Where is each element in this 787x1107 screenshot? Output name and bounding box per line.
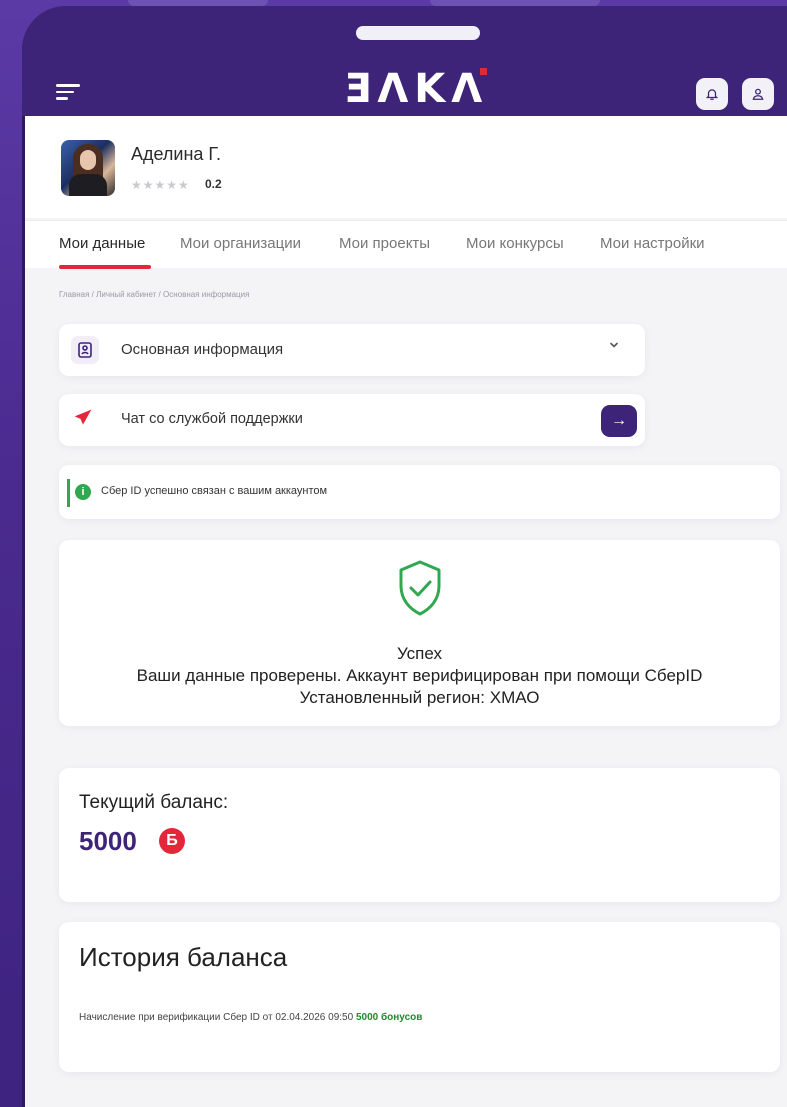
accordion-main-info[interactable]: Основная информация <box>59 324 645 376</box>
tab-my-projects[interactable]: Мои проекты <box>339 235 430 252</box>
user-icon <box>752 88 764 100</box>
profile-tabs: Мои данные Мои организации Мои проекты М… <box>25 220 787 269</box>
balance-label: Текущий баланс: <box>79 792 229 813</box>
profile-name: Аделина Г. <box>131 144 221 164</box>
avatar[interactable] <box>61 140 115 196</box>
verification-title: Успех <box>397 644 442 663</box>
arrow-right-icon: → <box>611 412 627 429</box>
bell-icon <box>705 89 719 100</box>
notifications-button[interactable] <box>696 78 728 110</box>
history-title: История баланса <box>79 942 288 972</box>
page-content: Аделина Г. ★★★★★ 0.2 Мои данные Мои орга… <box>22 116 787 1107</box>
shield-check-icon <box>399 560 441 616</box>
chevron-down-icon <box>610 342 618 348</box>
app-header: ƎΛKΛ <box>22 6 787 116</box>
hamburger-icon[interactable] <box>56 84 80 104</box>
verification-region: Установленный регион: ХМАО <box>299 688 540 707</box>
bonus-coin-icon: Б <box>159 828 185 854</box>
logo[interactable]: ƎΛKΛ <box>344 66 488 112</box>
active-tab-indicator <box>59 265 151 269</box>
rating-stars: ★★★★★ <box>131 178 190 192</box>
profile-card: Аделина Г. ★★★★★ 0.2 <box>25 116 787 218</box>
support-chat-row[interactable]: Чат со службой поддержки → <box>59 394 645 446</box>
notice-accent-bar <box>67 479 70 507</box>
verification-card: Успех Ваши данные проверены. Аккаунт вер… <box>59 540 780 726</box>
history-entry-text: Начисление при верификации Сбер ID от 02… <box>79 1012 354 1023</box>
logo-accent-dot <box>480 68 487 75</box>
history-entry-amount: 5000 бонусов <box>355 1012 423 1023</box>
verification-message: Ваши данные проверены. Аккаунт верифицир… <box>136 666 703 685</box>
open-chat-button[interactable]: → <box>601 405 637 437</box>
tab-my-data[interactable]: Мои данные <box>59 235 145 252</box>
tab-my-organizations[interactable]: Мои организации <box>180 235 301 252</box>
history-entry: Начисление при верификации Сбер ID от 02… <box>79 1012 422 1023</box>
profile-button[interactable] <box>742 78 774 110</box>
sber-id-notice: i Сбер ID успешно связан с вашим аккаунт… <box>59 465 780 519</box>
balance-card: Текущий баланс: 5000 Б <box>59 768 780 902</box>
rating-value: 0.2 <box>205 177 222 191</box>
paper-plane-icon <box>74 409 92 425</box>
accordion-label: Основная информация <box>121 341 284 358</box>
balance-history-card: История баланса Начисление при верификац… <box>59 922 780 1072</box>
notice-text: Сбер ID успешно связан с вашим аккаунтом <box>101 485 328 497</box>
balance-value: 5000 <box>79 826 137 856</box>
info-icon: i <box>75 484 91 500</box>
id-card-icon <box>71 336 99 364</box>
support-chat-label: Чат со службой поддержки <box>121 411 303 427</box>
tab-my-contests[interactable]: Мои конкурсы <box>466 235 564 252</box>
tab-my-settings[interactable]: Мои настройки <box>600 235 705 252</box>
breadcrumb[interactable]: Главная / Личный кабинет / Основная инфо… <box>59 290 249 299</box>
device-notch <box>356 26 480 40</box>
